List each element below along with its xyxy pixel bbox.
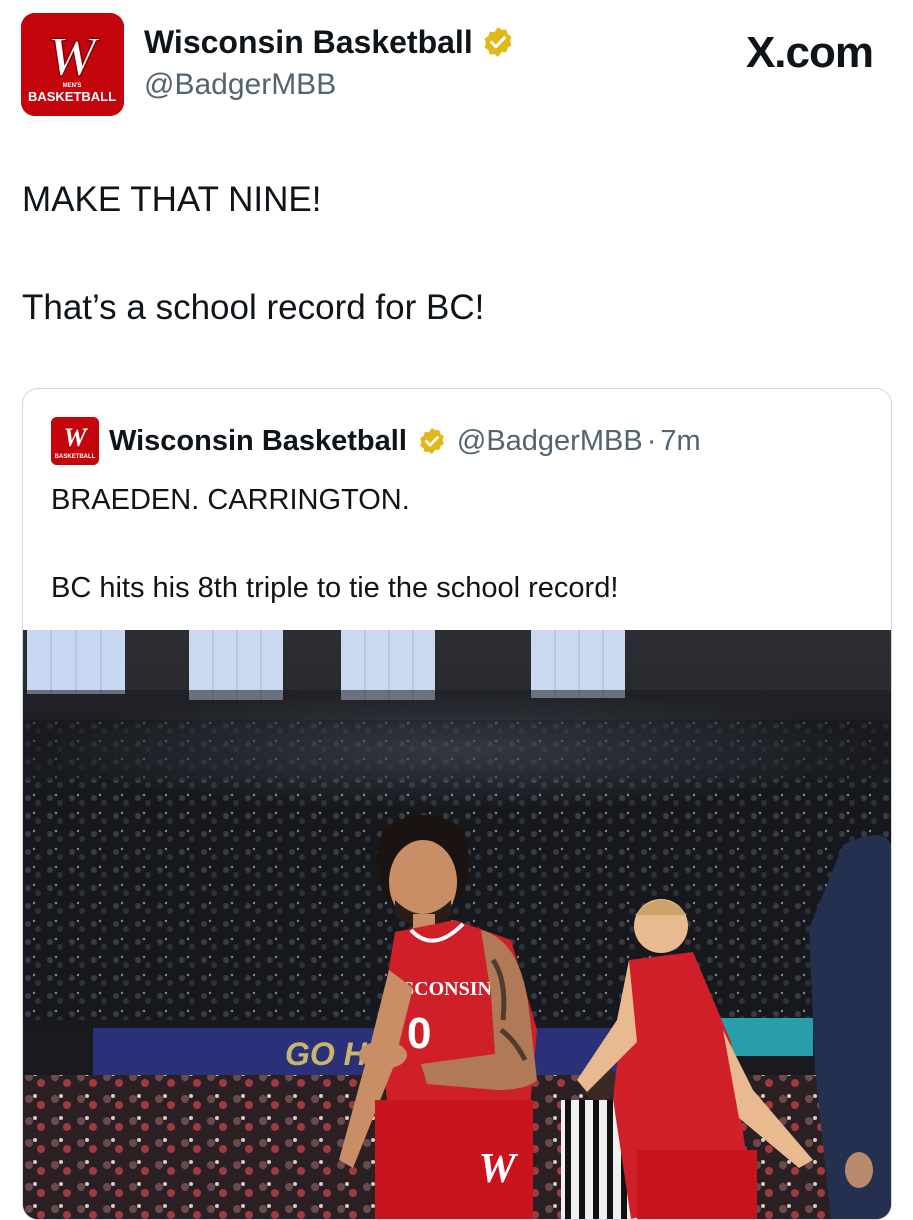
quoted-post-time[interactable]: 7m (660, 425, 700, 458)
author-name[interactable]: Wisconsin Basketball (144, 22, 473, 62)
post-header: W MEN'S BASKETBALL Wisconsin Basketball … (0, 0, 913, 130)
logo-letter-small: W (63, 423, 88, 452)
quoted-text-line-1: BRAEDEN. CARRINGTON. (51, 484, 410, 516)
logo-caption: BASKETBALL (28, 89, 116, 104)
meta-separator: · (646, 424, 657, 457)
quoted-author-avatar[interactable]: W BASKETBALL (51, 417, 99, 465)
basketball-game-photo: GO H SCONSIN 0 W (23, 630, 891, 1219)
quoted-post-card[interactable]: W BASKETBALL Wisconsin Basketball @Badge… (22, 388, 892, 1220)
author-name-row[interactable]: Wisconsin Basketball (144, 22, 515, 62)
post-text-line-1: MAKE THAT NINE! (22, 180, 322, 219)
logo-caption-small: BASKETBALL (55, 454, 96, 460)
badgers-logo-icon: W BASKETBALL (51, 417, 99, 465)
shorts-letter: W (478, 1146, 518, 1192)
jersey-text: SCONSIN (403, 978, 492, 1000)
jersey-number: 0 (407, 1009, 431, 1058)
author-avatar[interactable]: W MEN'S BASKETBALL (21, 13, 124, 116)
post-text-line-2: That’s a school record for BC! (22, 288, 485, 327)
banner-text: GO H (285, 1036, 368, 1072)
author-handle[interactable]: @BadgerMBB (144, 66, 515, 104)
badgers-logo-icon: W MEN'S BASKETBALL (21, 13, 124, 116)
author-block: Wisconsin Basketball @BadgerMBB (144, 22, 515, 104)
verified-badge-icon (420, 427, 444, 455)
verified-badge-icon (484, 27, 512, 57)
quoted-author-name[interactable]: Wisconsin Basketball (109, 425, 407, 458)
quoted-post-header: W BASKETBALL Wisconsin Basketball @Badge… (51, 417, 701, 465)
quoted-post-photo[interactable]: GO H SCONSIN 0 W (23, 630, 891, 1219)
x-site-label: X.com (745, 28, 874, 77)
quoted-author-handle[interactable]: @BadgerMBB (457, 425, 643, 458)
logo-letter: W (47, 26, 101, 88)
quoted-text-line-2: BC hits his 8th triple to tie the school… (51, 572, 619, 604)
